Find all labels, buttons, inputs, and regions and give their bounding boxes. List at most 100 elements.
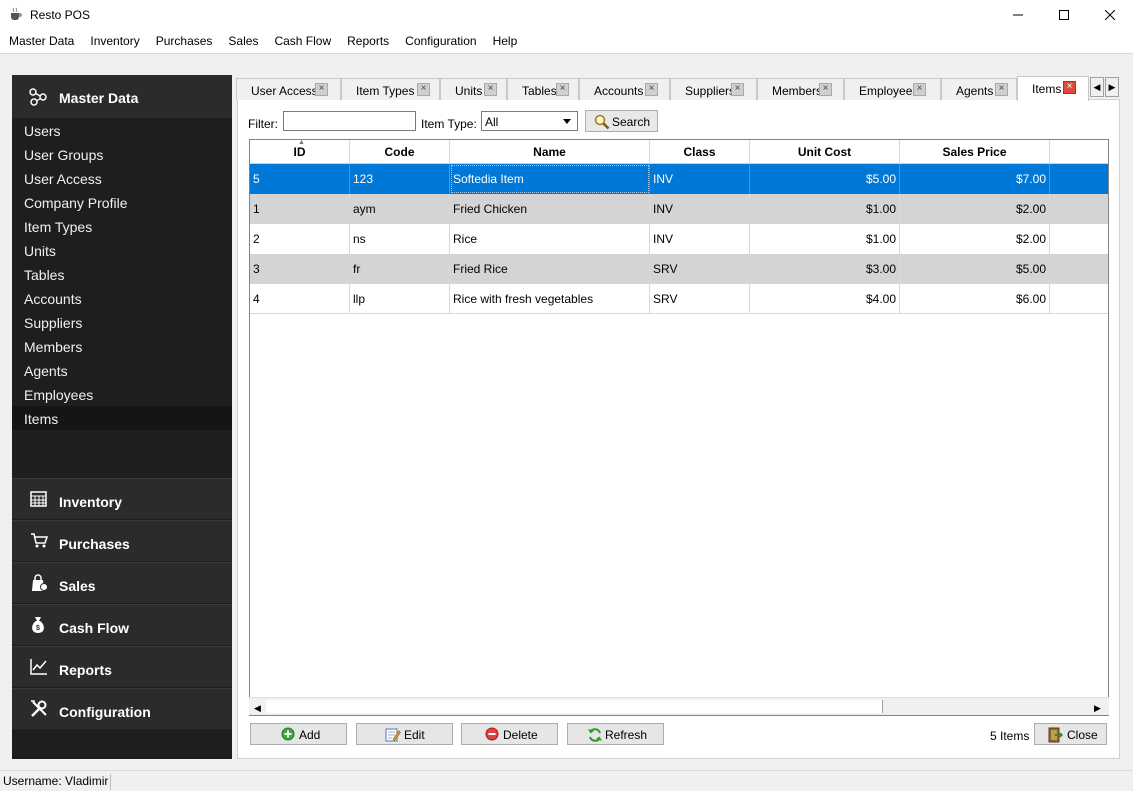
refresh-button[interactable]: Refresh [567,723,664,745]
tab-items[interactable]: Items × [1017,76,1089,101]
close-window-button[interactable] [1087,0,1133,30]
tab-accounts[interactable]: Accounts × [579,78,670,100]
sidebar-item-user-groups[interactable]: User Groups [12,142,232,166]
sidebar-header-master-data[interactable]: Master Data [12,75,232,118]
cell-unit-cost: $4.00 [750,284,900,314]
sidebar-item-employees[interactable]: Employees [12,382,232,406]
tab-item-types[interactable]: Item Types × [341,78,440,100]
scrollbar-thumb[interactable] [266,700,883,713]
sidebar-section-reports[interactable]: Reports [12,646,232,687]
table-row[interactable]: 2 ns Rice INV $1.00 $2.00 [250,224,1108,254]
cell-unit-cost: $1.00 [750,224,900,254]
scroll-right-arrow-icon[interactable]: ▶ [1094,703,1101,714]
column-header-name[interactable]: Name [450,140,650,164]
tab-members[interactable]: Members × [757,78,844,100]
sidebar-item-user-access[interactable]: User Access [12,166,232,190]
cart-icon [31,533,48,548]
tab-user-access[interactable]: User Access × [236,78,341,100]
item-type-select[interactable]: All [481,111,578,131]
column-header-sales-price[interactable]: Sales Price [900,140,1050,164]
delete-button[interactable]: Delete [461,723,558,745]
close-tab-icon[interactable]: × [556,83,569,96]
menu-configuration[interactable]: Configuration [397,31,484,53]
tab-tables[interactable]: Tables × [507,78,579,100]
sidebar-section-sales[interactable]: Sales [12,562,232,603]
menu-inventory[interactable]: Inventory [82,31,147,53]
tab-suppliers[interactable]: Suppliers × [670,78,757,100]
add-button[interactable]: Add [250,723,347,745]
close-tab-icon[interactable]: × [731,83,744,96]
column-header-id[interactable]: ▲ ID [250,140,350,164]
horizontal-scrollbar[interactable]: ◀ ▶ [249,697,1109,715]
delete-button-label: Delete [503,728,538,742]
close-tab-icon[interactable]: × [995,83,1008,96]
close-tab-icon[interactable]: × [484,83,497,96]
cell-code: 123 [350,164,450,194]
cell-unit-cost: $3.00 [750,254,900,284]
table-row[interactable]: 4 llp Rice with fresh vegetables SRV $4.… [250,284,1108,314]
filter-input[interactable] [283,111,416,131]
menu-cash-flow[interactable]: Cash Flow [266,31,339,53]
search-button[interactable]: Search [585,110,658,132]
sidebar-section-cash-flow[interactable]: $ Cash Flow [12,604,232,645]
tab-units[interactable]: Units × [440,78,507,100]
close-tab-icon[interactable]: × [913,83,926,96]
close-tab-icon[interactable]: × [645,83,658,96]
close-tab-icon[interactable]: × [315,83,328,96]
sidebar-item-item-types[interactable]: Item Types [12,214,232,238]
edit-icon [385,728,401,742]
network-icon [29,88,47,106]
cell-id: 3 [250,254,350,284]
close-button[interactable]: Close [1034,723,1107,745]
table-row[interactable]: 5 123 Softedia Item INV $5.00 $7.00 [250,164,1108,194]
sidebar-section-inventory[interactable]: Inventory [12,478,232,519]
sidebar-item-tables[interactable]: Tables [12,262,232,286]
menu-reports[interactable]: Reports [339,31,397,53]
sidebar-section-label: Sales [59,578,96,594]
close-tab-icon[interactable]: × [1063,81,1076,94]
sidebar-section-configuration[interactable]: Configuration [12,688,232,729]
sidebar-section-purchases[interactable]: Purchases [12,520,232,561]
column-header-code[interactable]: Code [350,140,450,164]
cell-id: 4 [250,284,350,314]
sidebar-item-items[interactable]: Items [12,406,232,430]
tab-strip: User Access × Item Types × Units × Table… [236,76,1108,101]
cell-sales-price: $5.00 [900,254,1050,284]
table-row[interactable]: 3 fr Fried Rice SRV $3.00 $5.00 [250,254,1108,284]
cell-id: 2 [250,224,350,254]
edit-button[interactable]: Edit [356,723,453,745]
sidebar-item-suppliers[interactable]: Suppliers [12,310,232,334]
column-header-label: Code [384,145,415,159]
close-tab-icon[interactable]: × [417,83,430,96]
menu-purchases[interactable]: Purchases [148,31,221,53]
sidebar-item-accounts[interactable]: Accounts [12,286,232,310]
table-row[interactable]: 1 aym Fried Chicken INV $1.00 $2.00 [250,194,1108,224]
sidebar-item-company-profile[interactable]: Company Profile [12,190,232,214]
cell-code: ns [350,224,450,254]
cell-id: 5 [250,164,350,194]
column-header-unit-cost[interactable]: Unit Cost [750,140,900,164]
search-button-label: Search [612,115,651,129]
close-tab-icon[interactable]: × [819,83,832,96]
sidebar-item-units[interactable]: Units [12,238,232,262]
cell-code: llp [350,284,450,314]
menu-sales[interactable]: Sales [220,31,266,53]
sidebar-item-members[interactable]: Members [12,334,232,358]
status-username: Username: Vladimir [3,774,112,790]
scroll-left-arrow-icon[interactable]: ◀ [254,703,261,714]
minimize-button[interactable] [995,0,1041,30]
maximize-button[interactable] [1041,0,1087,30]
column-header-label: Class [683,145,716,159]
sidebar-item-agents[interactable]: Agents [12,358,232,382]
svg-text:$: $ [36,625,40,632]
cell-name: Softedia Item [450,164,650,194]
column-header-class[interactable]: Class [650,140,750,164]
sidebar-item-users[interactable]: Users [12,118,232,142]
tab-agents[interactable]: Agents × [941,78,1017,100]
cell-name: Fried Rice [450,254,650,284]
tab-employees[interactable]: Employees × [844,78,941,100]
menu-help[interactable]: Help [485,31,526,53]
tab-scroll-left-button[interactable]: ◀ [1090,77,1104,97]
tab-scroll-right-button[interactable]: ▶ [1105,77,1119,97]
menu-master-data[interactable]: Master Data [1,31,82,53]
